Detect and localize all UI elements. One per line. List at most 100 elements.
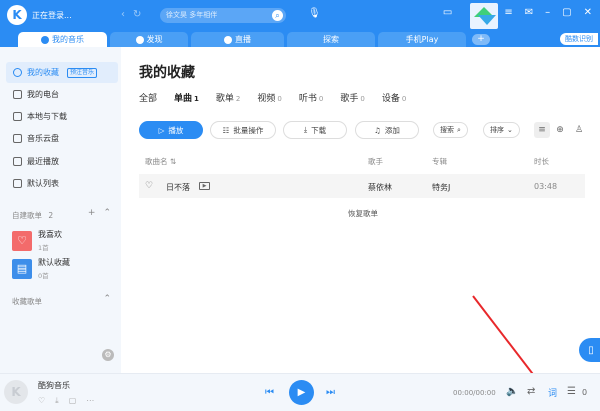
list-view-icon[interactable]: ≡ bbox=[534, 122, 550, 138]
clock-icon bbox=[13, 157, 22, 166]
download-button[interactable]: ⤓ 下载 bbox=[283, 121, 347, 139]
album-cover[interactable]: K bbox=[4, 380, 28, 404]
next-icon[interactable]: ⏭ bbox=[326, 387, 335, 398]
recognize-button[interactable]: 酷数识别 bbox=[560, 33, 598, 45]
now-playing-title[interactable]: 酷狗音乐 bbox=[38, 380, 70, 391]
microphone-icon[interactable]: 🎙 bbox=[308, 8, 321, 19]
subtab-label: 单曲 bbox=[174, 94, 193, 104]
settings-icon[interactable]: ⚙ bbox=[102, 349, 114, 361]
subtab-artists[interactable]: 歌手 0 bbox=[340, 91, 364, 104]
column-duration[interactable]: 时长 bbox=[534, 156, 549, 167]
sidebar-item-favorites[interactable]: 我的收藏 预注音乐 bbox=[6, 62, 118, 83]
button-label: 添加 bbox=[384, 125, 400, 135]
sidebar: 我的收藏 预注音乐 我的电台 本地与下载 音乐云盘 最近播放 默认列表 自建歌单… bbox=[0, 47, 121, 373]
window-controls: ▭ ≡ ✉ – ▢ ✕ bbox=[443, 7, 592, 18]
sidebar-item-recent[interactable]: 最近播放 bbox=[6, 151, 118, 172]
monitor-icon[interactable]: ▭ bbox=[443, 7, 452, 18]
collapse-icon[interactable]: ⌃ bbox=[103, 294, 111, 304]
sidebar-item-label: 我的收藏 bbox=[27, 68, 59, 77]
add-playlist-icon[interactable]: + bbox=[88, 208, 96, 218]
message-icon[interactable]: ✉ bbox=[525, 7, 533, 18]
refresh-icon[interactable]: ↻ bbox=[133, 9, 141, 20]
tab-live[interactable]: 直播 bbox=[191, 32, 284, 47]
playlist-name: 默认收藏 bbox=[38, 258, 70, 267]
repeat-icon[interactable]: ⇄ bbox=[527, 386, 535, 397]
section-count: 2 bbox=[48, 211, 54, 220]
collected-playlists-header: 收藏歌单 bbox=[12, 297, 42, 306]
subtab-videos[interactable]: 视频 0 bbox=[257, 91, 281, 104]
lyrics-button[interactable]: 词 bbox=[548, 386, 557, 399]
playlist-item[interactable]: ▤ 默认收藏 0首 bbox=[12, 257, 70, 280]
collapse-icon[interactable]: ⌃ bbox=[103, 208, 111, 218]
restore-playlist-link[interactable]: 恢复歌单 bbox=[348, 208, 378, 219]
tab-my-music[interactable]: 我的音乐 bbox=[18, 32, 107, 47]
maximize-icon[interactable]: ▢ bbox=[562, 7, 571, 18]
playlist-item[interactable]: ♡ 我喜欢 1首 bbox=[12, 229, 62, 252]
sidebar-item-label: 我的电台 bbox=[27, 90, 59, 99]
subtab-playlists[interactable]: 歌单 2 bbox=[216, 91, 240, 104]
search-placeholder: 徐文昊 多年相伴 bbox=[166, 11, 218, 19]
download-icon[interactable]: ⤓ bbox=[55, 396, 59, 406]
subtab-all[interactable]: 全部 bbox=[139, 91, 157, 104]
heart-icon[interactable]: ♡ bbox=[145, 181, 153, 191]
column-artist[interactable]: 歌手 bbox=[368, 156, 383, 167]
add-tab-button[interactable]: + bbox=[472, 34, 490, 45]
sort-button[interactable]: 排序 ⌄ bbox=[483, 122, 520, 138]
subtab-label: 视频 bbox=[257, 94, 276, 104]
add-circle-icon[interactable]: ⊕ bbox=[552, 122, 568, 138]
playlist-info: 我喜欢 1首 bbox=[38, 229, 62, 252]
playlist-name: 我喜欢 bbox=[38, 230, 62, 239]
subtab-audiobooks[interactable]: 听书 0 bbox=[299, 91, 323, 104]
subtab-songs[interactable]: 单曲 1 bbox=[174, 91, 199, 104]
song-artist[interactable]: 蔡依林 bbox=[368, 182, 392, 193]
previous-icon[interactable]: ⏮ bbox=[265, 387, 274, 398]
created-playlists-header: 自建歌单 2 bbox=[12, 210, 53, 221]
tab-mobile-play[interactable]: 手机Play bbox=[378, 32, 466, 47]
tab-discover[interactable]: 发现 bbox=[110, 32, 188, 47]
playlist-queue-icon[interactable]: ☰ bbox=[567, 386, 576, 397]
queue-count: 0 bbox=[582, 388, 588, 397]
play-button[interactable]: ▶ bbox=[289, 380, 314, 405]
minimize-icon[interactable]: – bbox=[545, 7, 550, 18]
heart-icon[interactable]: ♡ bbox=[38, 396, 45, 406]
comment-icon[interactable]: ▢ bbox=[69, 396, 77, 406]
search-input[interactable]: 徐文昊 多年相伴 ⌕ bbox=[160, 8, 286, 23]
sidebar-item-default-list[interactable]: 默认列表 bbox=[6, 173, 118, 194]
search-songs-button[interactable]: 搜索 ⌕ bbox=[433, 122, 468, 138]
song-album[interactable]: 特务J bbox=[432, 182, 450, 193]
page-title: 我的收藏 bbox=[139, 65, 195, 81]
subtab-count: 0 bbox=[360, 95, 365, 103]
tab-explore[interactable]: 探索 bbox=[287, 32, 375, 47]
login-status[interactable]: 正在登录... bbox=[32, 10, 72, 21]
column-album[interactable]: 专辑 bbox=[432, 156, 447, 167]
column-song-name[interactable]: 歌曲名 ⇅ bbox=[145, 156, 176, 167]
title-bar: K 正在登录... ‹ ↻ 徐文昊 多年相伴 ⌕ 🎙 ▭ ≡ ✉ – ▢ ✕ bbox=[0, 0, 600, 31]
add-button[interactable]: ♫ 添加 bbox=[355, 121, 419, 139]
subtab-devices[interactable]: 设备 0 bbox=[382, 91, 406, 104]
back-icon[interactable]: ‹ bbox=[121, 9, 125, 20]
search-icon[interactable]: ⌕ bbox=[272, 10, 283, 21]
column-label: 歌曲名 bbox=[145, 157, 168, 166]
subtab-label: 听书 bbox=[298, 94, 317, 104]
sidebar-item-radio[interactable]: 我的电台 bbox=[6, 84, 118, 105]
more-icon[interactable]: ⋯ bbox=[86, 396, 94, 406]
close-icon[interactable]: ✕ bbox=[584, 7, 592, 18]
app-logo[interactable]: K bbox=[7, 5, 27, 25]
song-name[interactable]: 日不落 bbox=[166, 182, 190, 193]
music-icon bbox=[41, 35, 49, 44]
menu-icon[interactable]: ≡ bbox=[504, 7, 512, 18]
button-label: 播放 bbox=[168, 125, 184, 135]
sidebar-item-cloud[interactable]: 音乐云盘 bbox=[6, 128, 118, 149]
mv-icon[interactable]: ▶ bbox=[199, 182, 210, 190]
phone-icon[interactable]: ▯ bbox=[579, 338, 600, 362]
user-icon[interactable]: ♙ bbox=[571, 122, 587, 138]
collected-section-controls: ⌃ bbox=[103, 294, 111, 304]
heart-icon bbox=[13, 68, 22, 77]
volume-icon[interactable]: 🔈 bbox=[506, 386, 518, 397]
section-label: 自建歌单 bbox=[12, 211, 42, 220]
sidebar-item-local[interactable]: 本地与下载 bbox=[6, 106, 118, 127]
play-all-button[interactable]: ▷ 播放 bbox=[139, 121, 203, 139]
playlist-count: 1首 bbox=[38, 244, 49, 252]
batch-operation-button[interactable]: ☷ 批量操作 bbox=[210, 121, 276, 139]
search-icon: ⌕ bbox=[457, 125, 461, 134]
